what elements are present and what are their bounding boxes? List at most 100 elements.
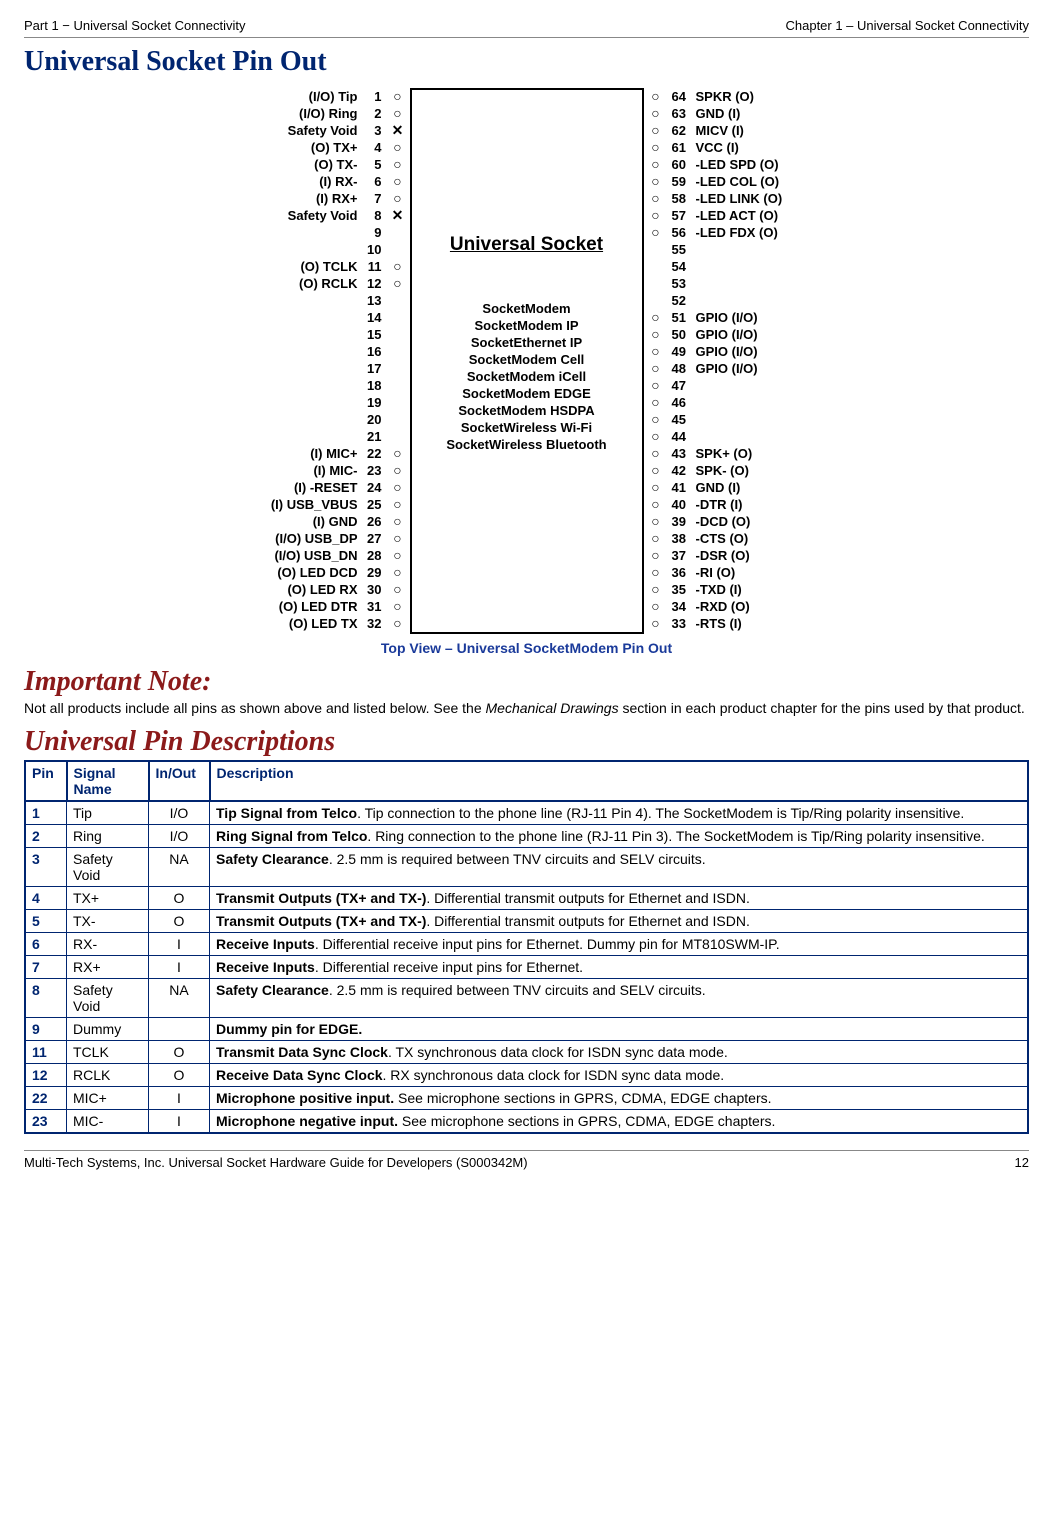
pin-label: -DTR (I) <box>696 496 816 513</box>
pin-label: (O) TX+ <box>238 139 358 156</box>
pin-label: SPK- (O) <box>696 462 816 479</box>
pin-right-58: ○58-LED LINK (O) <box>646 190 816 207</box>
cell-description: Transmit Data Sync Clock. TX synchronous… <box>210 1041 1029 1064</box>
pin-number: 60 <box>666 156 696 173</box>
cell-pin: 7 <box>25 956 67 979</box>
table-row: 7RX+IReceive Inputs. Differential receiv… <box>25 956 1028 979</box>
pin-right-62: ○62MICV (I) <box>646 122 816 139</box>
pin-right-52: 52 <box>646 292 816 309</box>
cell-signal: MIC+ <box>67 1087 149 1110</box>
cell-signal: RX- <box>67 933 149 956</box>
pin-left-12: (O) RCLK12○ <box>238 275 408 292</box>
diagram-center-item: SocketModem IP <box>412 317 642 334</box>
pin-right-45: ○45 <box>646 411 816 428</box>
table-row: 22MIC+IMicrophone positive input. See mi… <box>25 1087 1028 1110</box>
pin-label: SPKR (O) <box>696 88 816 105</box>
cell-description: Transmit Outputs (TX+ and TX-). Differen… <box>210 910 1029 933</box>
pin-number: 40 <box>666 496 696 513</box>
pin-label: (I) RX- <box>238 173 358 190</box>
pin-label: MICV (I) <box>696 122 816 139</box>
pin-number: 1 <box>358 88 388 105</box>
pin-number: 43 <box>666 445 696 462</box>
cell-signal: Tip <box>67 801 149 825</box>
pin-number: 11 <box>358 258 388 275</box>
pin-number: 19 <box>358 394 388 411</box>
cell-io: I <box>149 933 210 956</box>
diagram-center-item: SocketModem <box>412 300 642 317</box>
cell-description: Tip Signal from Telco. Tip connection to… <box>210 801 1029 825</box>
pin-left-31: (O) LED DTR31○ <box>238 598 408 615</box>
cell-io: O <box>149 887 210 910</box>
pin-number: 41 <box>666 479 696 496</box>
pin-left-20: 20 <box>238 411 408 428</box>
pin-number: 15 <box>358 326 388 343</box>
diagram-center-item: SocketWireless Wi-Fi <box>412 419 642 436</box>
pin-number: 38 <box>666 530 696 547</box>
cell-description: Dummy pin for EDGE. <box>210 1018 1029 1041</box>
pin-number: 33 <box>666 615 696 632</box>
pin-left-7: (I) RX+7○ <box>238 190 408 207</box>
pin-number: 28 <box>358 547 388 564</box>
cell-signal: RCLK <box>67 1064 149 1087</box>
diagram-center-item: SocketModem EDGE <box>412 385 642 402</box>
pin-label: (I/O) Tip <box>238 88 358 105</box>
cell-io: NA <box>149 848 210 887</box>
pin-label: (O) RCLK <box>238 275 358 292</box>
pin-label: (I) RX+ <box>238 190 358 207</box>
pin-number: 10 <box>358 241 388 258</box>
diagram-caption: Top View – Universal SocketModem Pin Out <box>24 640 1029 656</box>
pin-number: 23 <box>358 462 388 479</box>
pin-number: 8 <box>358 207 388 224</box>
important-note-body: Not all products include all pins as sho… <box>24 700 1029 716</box>
pin-number: 16 <box>358 343 388 360</box>
pin-number: 51 <box>666 309 696 326</box>
pin-right-63: ○63GND (I) <box>646 105 816 122</box>
pin-number: 62 <box>666 122 696 139</box>
pin-right-61: ○61VCC (I) <box>646 139 816 156</box>
pin-right-56: ○56-LED FDX (O) <box>646 224 816 241</box>
pin-right-53: 53 <box>646 275 816 292</box>
pin-right-60: ○60-LED SPD (O) <box>646 156 816 173</box>
pin-number: 42 <box>666 462 696 479</box>
pin-number: 50 <box>666 326 696 343</box>
pin-label: GPIO (I/O) <box>696 309 816 326</box>
pin-right-55: 55 <box>646 241 816 258</box>
pin-right-46: ○46 <box>646 394 816 411</box>
footer-right: 12 <box>1015 1155 1029 1170</box>
pin-label: (I) GND <box>238 513 358 530</box>
cell-io <box>149 1018 210 1041</box>
pin-left-4: (O) TX+4○ <box>238 139 408 156</box>
pin-number: 4 <box>358 139 388 156</box>
important-note-heading: Important Note: <box>24 666 1029 698</box>
cell-description: Ring Signal from Telco. Ring connection … <box>210 825 1029 848</box>
pin-left-11: (O) TCLK11○ <box>238 258 408 275</box>
pin-label: GPIO (I/O) <box>696 326 816 343</box>
pin-right-48: ○48GPIO (I/O) <box>646 360 816 377</box>
pin-right-34: ○34-RXD (O) <box>646 598 816 615</box>
table-row: 5TX-OTransmit Outputs (TX+ and TX-). Dif… <box>25 910 1028 933</box>
table-row: 3Safety VoidNASafety Clearance. 2.5 mm i… <box>25 848 1028 887</box>
pin-number: 3 <box>358 122 388 139</box>
pin-number: 32 <box>358 615 388 632</box>
cell-description: Safety Clearance. 2.5 mm is required bet… <box>210 848 1029 887</box>
pin-label: (I) MIC- <box>238 462 358 479</box>
pin-label: GPIO (I/O) <box>696 343 816 360</box>
pin-number: 36 <box>666 564 696 581</box>
pin-left-29: (O) LED DCD29○ <box>238 564 408 581</box>
pin-number: 44 <box>666 428 696 445</box>
pin-number: 31 <box>358 598 388 615</box>
pin-label: GND (I) <box>696 105 816 122</box>
pin-label: -LED COL (O) <box>696 173 816 190</box>
table-row: 8Safety VoidNASafety Clearance. 2.5 mm i… <box>25 979 1028 1018</box>
pin-number: 2 <box>358 105 388 122</box>
pin-label: GND (I) <box>696 479 816 496</box>
pin-number: 48 <box>666 360 696 377</box>
table-header-row: Pin Signal Name In/Out Description <box>25 761 1028 801</box>
pin-left-26: (I) GND26○ <box>238 513 408 530</box>
cell-pin: 5 <box>25 910 67 933</box>
table-row: 23MIC-IMicrophone negative input. See mi… <box>25 1110 1028 1134</box>
pin-right-49: ○49GPIO (I/O) <box>646 343 816 360</box>
pin-left-1: (I/O) Tip1○ <box>238 88 408 105</box>
pin-label: -RXD (O) <box>696 598 816 615</box>
pin-number: 56 <box>666 224 696 241</box>
